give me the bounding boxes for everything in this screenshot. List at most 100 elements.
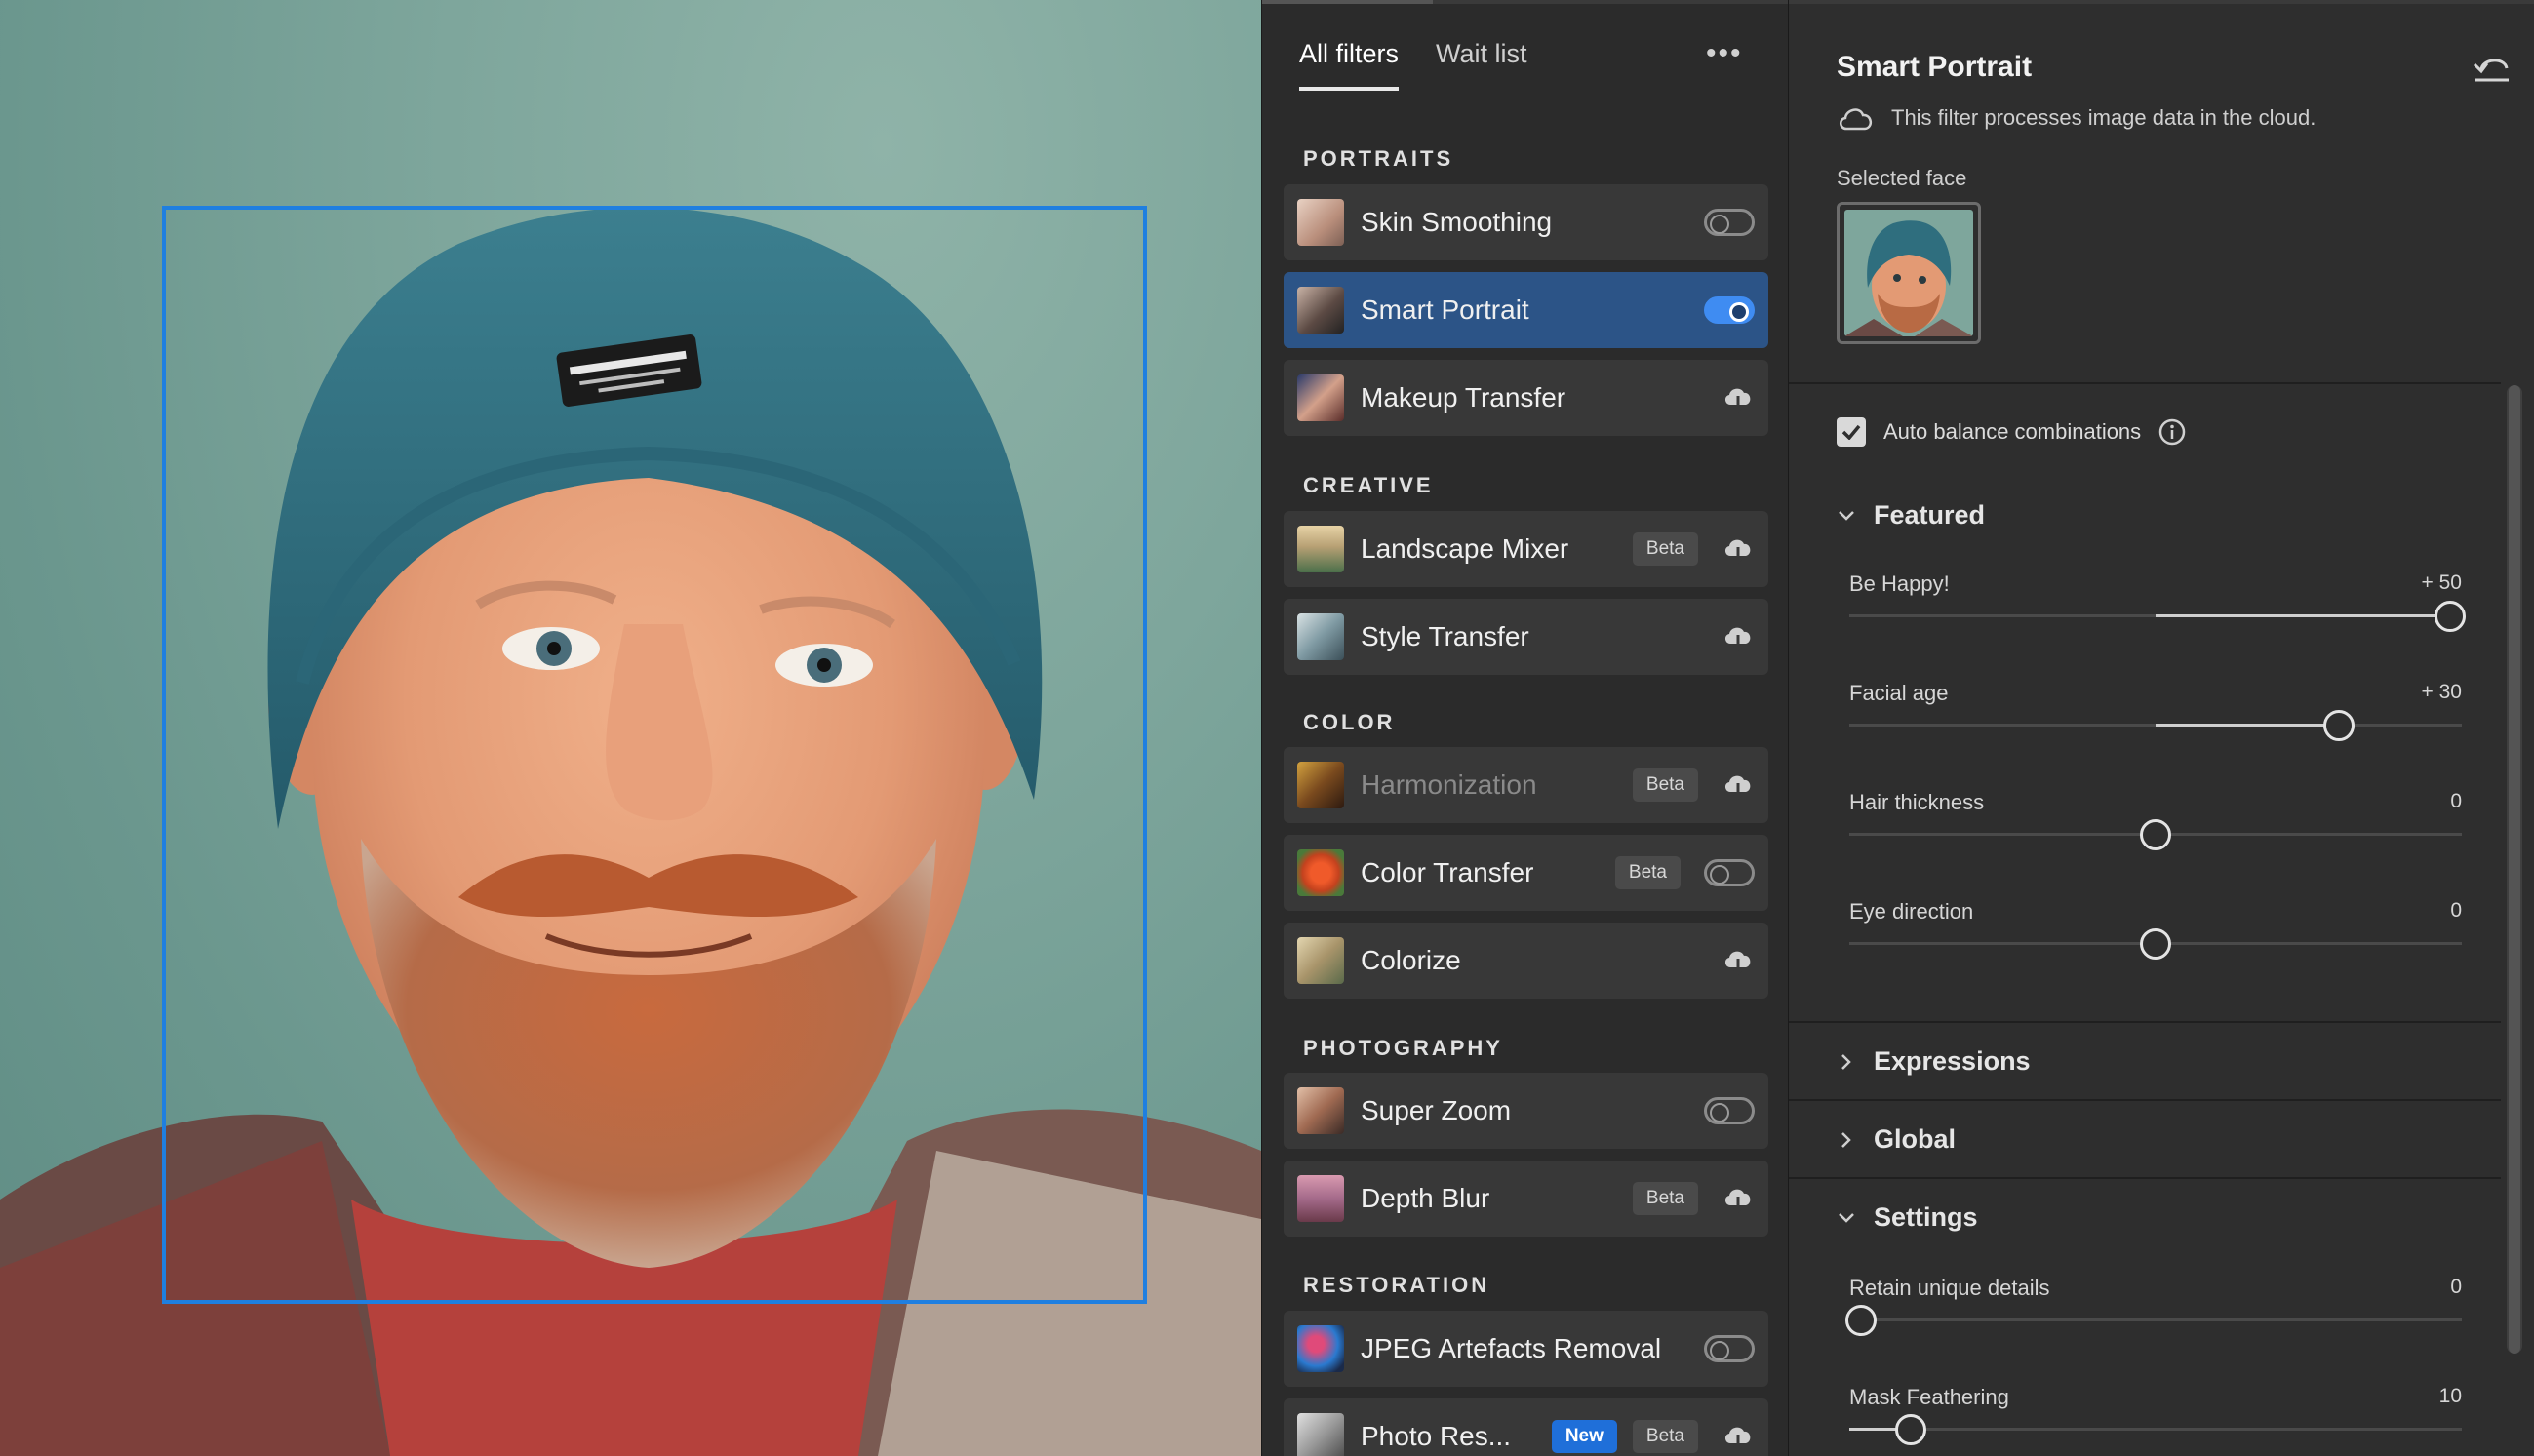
auto-balance-checkbox[interactable] xyxy=(1837,417,1866,447)
filter-thumbnail xyxy=(1297,937,1344,984)
filter-thumbnail xyxy=(1297,1175,1344,1222)
filter-item-style-transfer[interactable]: Style Transfer xyxy=(1284,599,1768,675)
cloud-icon xyxy=(1840,108,1872,131)
slider-label: Hair thickness xyxy=(1849,790,1985,814)
filter-item-label: Photo Res... xyxy=(1361,1421,1512,1451)
slider-knob[interactable] xyxy=(1845,1305,1877,1336)
filter-item-depth-blur[interactable]: Depth Blur Beta xyxy=(1284,1161,1768,1237)
slider-value: + 30 xyxy=(2421,681,2462,703)
group-settings-header[interactable]: Settings xyxy=(1837,1202,1978,1233)
slider-knob[interactable] xyxy=(2140,928,2171,960)
filter-item-label: Makeup Transfer xyxy=(1361,382,1566,413)
filter-item-makeup-transfer[interactable]: Makeup Transfer xyxy=(1284,360,1768,436)
section-title-photography: PHOTOGRAPHY xyxy=(1303,1036,1503,1060)
filter-item-smart-portrait[interactable]: Smart Portrait xyxy=(1284,272,1768,348)
slider-label: Eye direction xyxy=(1849,899,1974,924)
cloud-download-icon[interactable] xyxy=(1722,946,1755,975)
slider-be-happy[interactable]: Be Happy! + 50 xyxy=(1849,571,2466,632)
filter-item-label: JPEG Artefacts Removal xyxy=(1361,1333,1662,1363)
filter-title: Smart Portrait xyxy=(1837,51,2033,83)
beta-badge: Beta xyxy=(1632,1182,1698,1215)
group-expressions-label: Expressions xyxy=(1874,1046,2031,1076)
slider-facial-age[interactable]: Facial age + 30 xyxy=(1849,681,2462,741)
slider-hair-thickness[interactable]: Hair thickness 0 xyxy=(1849,790,2462,850)
cloud-download-icon[interactable] xyxy=(1722,1422,1755,1451)
face-selection-frame[interactable] xyxy=(162,206,1147,1304)
filter-thumbnail xyxy=(1297,1087,1344,1134)
slider-knob[interactable] xyxy=(2140,819,2171,850)
slider-mask-feathering[interactable]: Mask Feathering 10 xyxy=(1849,1385,2462,1445)
slider-retain-unique-details[interactable]: Retain unique details 0 xyxy=(1845,1276,2462,1336)
tab-all-filters[interactable]: All filters xyxy=(1299,39,1400,91)
chevron-right-icon xyxy=(1841,1053,1851,1070)
filter-item-colorize[interactable]: Colorize xyxy=(1284,923,1768,999)
filter-thumbnail xyxy=(1297,374,1344,421)
filter-item-label: Depth Blur xyxy=(1361,1183,1490,1213)
slider-eye-direction[interactable]: Eye direction 0 xyxy=(1849,899,2462,960)
filter-thumbnail xyxy=(1297,526,1344,572)
scrollbar-thumb[interactable] xyxy=(2509,385,2520,1354)
group-global-header[interactable]: Global xyxy=(1837,1124,1956,1155)
filter-properties-panel: Smart Portrait This filter processes ima… xyxy=(1788,0,2534,1456)
slider-value: 10 xyxy=(2438,1385,2462,1407)
slider-value: 0 xyxy=(2450,790,2462,812)
cloud-note-text: This filter processes image data in the … xyxy=(1891,105,2316,130)
slider-knob[interactable] xyxy=(2435,601,2466,632)
cloud-download-icon[interactable] xyxy=(1722,383,1755,413)
filter-toggle[interactable] xyxy=(1704,859,1755,886)
filter-item-jpeg-artefacts-removal[interactable]: JPEG Artefacts Removal xyxy=(1284,1311,1768,1387)
slider-value: + 50 xyxy=(2421,571,2462,594)
chevron-down-icon xyxy=(1839,510,1854,521)
filter-item-label: Super Zoom xyxy=(1361,1095,1512,1125)
group-featured-label: Featured xyxy=(1874,500,1986,530)
info-icon[interactable] xyxy=(2158,418,2186,446)
filter-toggle[interactable] xyxy=(1704,1097,1755,1124)
filter-item-label: Colorize xyxy=(1361,945,1461,975)
chevron-down-icon xyxy=(1839,1212,1854,1223)
filter-thumbnail xyxy=(1297,287,1344,334)
filter-thumbnail xyxy=(1297,199,1344,246)
section-title-restoration: RESTORATION xyxy=(1303,1273,1490,1297)
section-title-creative: CREATIVE xyxy=(1303,473,1434,497)
selected-face-thumbnail[interactable] xyxy=(1837,202,1981,344)
filter-item-landscape-mixer[interactable]: Landscape Mixer Beta xyxy=(1284,511,1768,587)
filter-item-super-zoom[interactable]: Super Zoom xyxy=(1284,1073,1768,1149)
cloud-download-icon[interactable] xyxy=(1722,534,1755,564)
section-title-portraits: PORTRAITS xyxy=(1303,146,1454,171)
filter-item-harmonization[interactable]: Harmonization Beta xyxy=(1284,747,1768,823)
slider-track[interactable] xyxy=(1849,1318,2462,1321)
cloud-download-icon[interactable] xyxy=(1722,1184,1755,1213)
filter-item-color-transfer[interactable]: Color Transfer Beta xyxy=(1284,835,1768,911)
group-featured-header[interactable]: Featured xyxy=(1837,500,1985,531)
filter-item-photo-restoration[interactable]: Photo Res... New Beta xyxy=(1284,1398,1768,1456)
filter-item-label: Color Transfer xyxy=(1361,857,1534,887)
ellipsis-icon[interactable]: ••• xyxy=(1706,37,1743,70)
photo-canvas[interactable] xyxy=(0,0,1261,1456)
filter-toggle[interactable] xyxy=(1704,209,1755,236)
filter-toggle[interactable] xyxy=(1704,296,1755,324)
slider-fill xyxy=(2156,724,2340,727)
auto-balance-label: Auto balance combinations xyxy=(1883,419,2142,444)
group-global-label: Global xyxy=(1874,1124,1957,1154)
slider-label: Mask Feathering xyxy=(1849,1385,2009,1409)
slider-knob[interactable] xyxy=(2323,710,2356,741)
reset-icon[interactable] xyxy=(2472,51,2513,84)
filter-item-label: Skin Smoothing xyxy=(1361,207,1553,237)
cloud-download-icon[interactable] xyxy=(1722,770,1755,800)
group-expressions-header[interactable]: Expressions xyxy=(1837,1046,2031,1077)
filter-thumbnail xyxy=(1297,849,1344,896)
properties-scrollbar[interactable] xyxy=(2507,385,2522,1354)
cloud-download-icon[interactable] xyxy=(1722,622,1755,651)
tab-wait-list[interactable]: Wait list xyxy=(1436,39,1527,91)
slider-track[interactable] xyxy=(1849,1428,2462,1431)
panel-divider xyxy=(1789,1177,2501,1179)
face-thumbnail-image xyxy=(1844,210,1973,336)
filter-item-skin-smoothing[interactable]: Skin Smoothing xyxy=(1284,184,1768,260)
slider-label: Facial age xyxy=(1849,681,1949,705)
filter-item-label: Style Transfer xyxy=(1361,621,1529,651)
slider-knob[interactable] xyxy=(1894,1414,1926,1445)
panel-divider xyxy=(1789,1021,2501,1023)
filter-toggle[interactable] xyxy=(1704,1335,1755,1362)
new-badge: New xyxy=(1551,1420,1617,1453)
filters-panel: All filters Wait list ••• PORTRAITS Skin… xyxy=(1261,0,1788,1456)
